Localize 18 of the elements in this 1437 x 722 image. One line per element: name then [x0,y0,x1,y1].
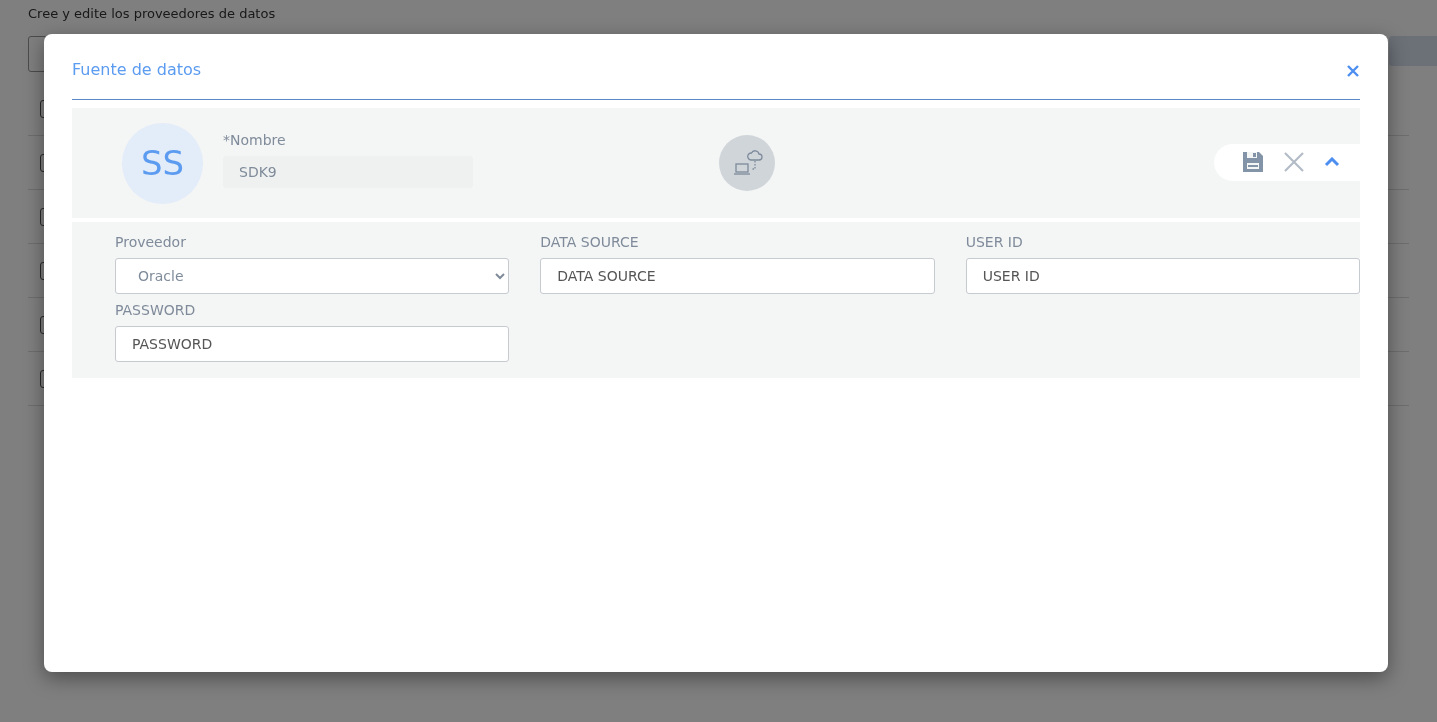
provider-select[interactable]: Oracle [115,258,510,294]
field-label: DATA SOURCE [540,234,640,252]
page-subtitle: Cree y edite los proveedores de datos [28,6,277,23]
avatar-initials: SS [122,122,203,204]
name-field[interactable]: SDK9 [223,156,473,188]
field-label: *Nombre [223,132,287,150]
field-label: Proveedor [115,234,187,252]
field-label: PASSWORD [115,302,197,320]
input-field[interactable]: USER ID [965,258,1360,294]
cancel-button[interactable] [1284,152,1304,172]
save-button[interactable] [1242,151,1264,173]
input-field[interactable]: DATA SOURCE [540,258,935,294]
field-label: USER ID [965,234,1024,252]
input-field[interactable]: PASSWORD [115,326,510,362]
laptop-cloud-icon [719,135,775,191]
dialog-title: Fuente de datos [72,60,202,79]
close-button[interactable] [1346,63,1360,78]
collapse-button[interactable] [1324,157,1340,167]
